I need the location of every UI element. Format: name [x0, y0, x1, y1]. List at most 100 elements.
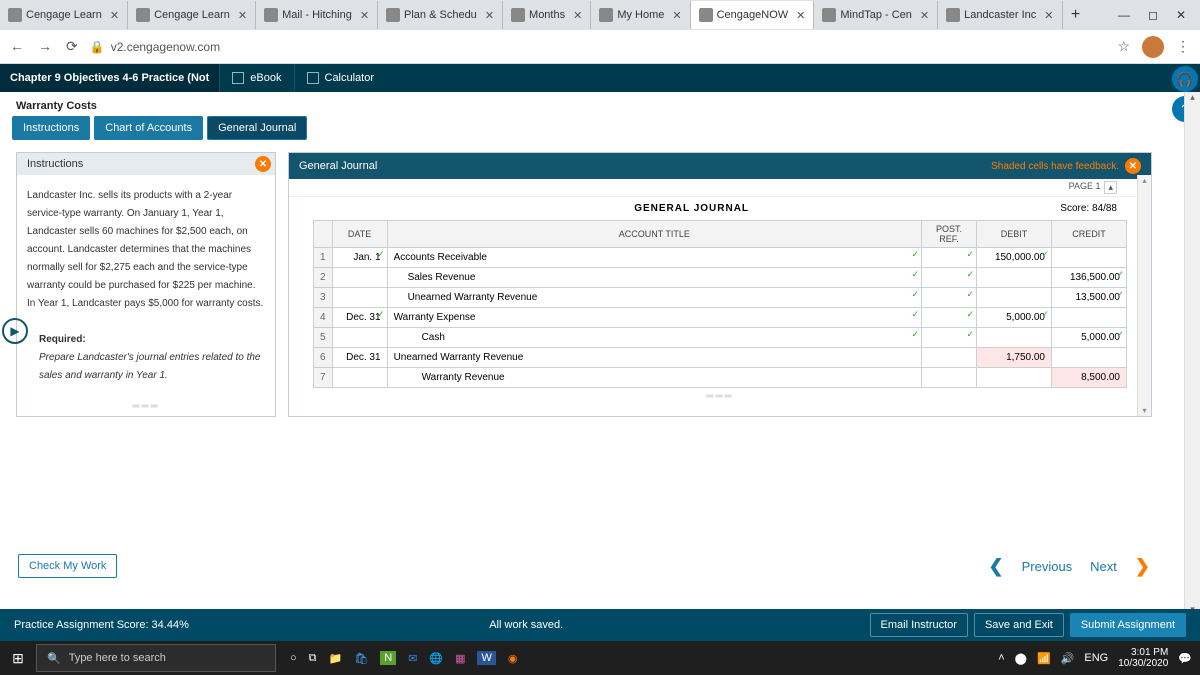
play-button[interactable]: ▶ — [2, 318, 28, 344]
explorer-icon[interactable]: 📁 — [329, 652, 343, 665]
chat-badge-icon[interactable]: 🎧 — [1172, 66, 1198, 92]
table-row[interactable]: 4Dec. 31✓Warranty Expense✓✓5,000.00✓ — [314, 308, 1127, 328]
page-up-icon[interactable]: ▴ — [1104, 181, 1117, 194]
close-tab-icon[interactable]: ✕ — [1044, 9, 1053, 22]
start-button[interactable]: ⊞ — [0, 650, 36, 667]
scroll-up-icon[interactable]: ▴ — [1138, 176, 1151, 185]
chrome-icon[interactable]: 🌐 — [429, 652, 443, 665]
volume-icon[interactable]: 🔊 — [1061, 652, 1075, 665]
table-row[interactable]: 3Unearned Warranty Revenue✓✓13,500.00✓ — [314, 288, 1127, 308]
word-icon[interactable]: W — [477, 651, 495, 665]
app-icon[interactable]: ▦ — [455, 652, 465, 665]
email-instructor-button[interactable]: Email Instructor — [870, 613, 968, 637]
reload-button[interactable]: ⟳ — [66, 38, 78, 55]
favicon-icon — [386, 8, 400, 22]
close-tab-icon[interactable]: ✕ — [672, 9, 681, 22]
sub-tab[interactable]: Instructions — [12, 116, 90, 140]
browser-tab[interactable]: Months✕ — [503, 1, 591, 29]
chevron-left-icon[interactable]: ❮ — [989, 556, 1004, 577]
page-scrollbar[interactable]: ▴ ▾ — [1184, 92, 1200, 615]
profile-avatar[interactable] — [1142, 36, 1164, 58]
browser-tab[interactable]: CengageNOW✕ — [691, 1, 815, 29]
calculator-button[interactable]: Calculator — [294, 64, 387, 92]
check-icon: ✓ — [377, 309, 385, 320]
n-app-icon[interactable]: N — [380, 651, 396, 665]
browser-tab[interactable]: Cengage Learn✕ — [0, 1, 128, 29]
required-text: Prepare Landcaster's journal entries rel… — [39, 352, 260, 381]
save-and-exit-button[interactable]: Save and Exit — [974, 613, 1064, 637]
journal-title: GENERAL JOURNAL — [323, 203, 1060, 214]
view-option-icon[interactable] — [1121, 123, 1139, 137]
view-option-icon[interactable] — [1073, 123, 1091, 137]
resize-grip-icon[interactable]: ═══ — [289, 388, 1151, 405]
minimize-icon[interactable]: — — [1118, 8, 1130, 22]
table-row[interactable]: 5Cash✓✓5,000.00✓ — [314, 328, 1127, 348]
ebook-button[interactable]: eBook — [219, 64, 293, 92]
browser-tab[interactable]: Landcaster Inc✕ — [938, 1, 1062, 29]
check-icon: ✓ — [911, 289, 919, 300]
close-tab-icon[interactable]: ✕ — [796, 9, 805, 22]
sub-tab[interactable]: Chart of Accounts — [94, 116, 203, 140]
scroll-down-icon[interactable]: ▾ — [1138, 406, 1151, 415]
close-tab-icon[interactable]: ✕ — [485, 9, 494, 22]
close-icon[interactable]: ✕ — [1125, 158, 1141, 174]
ebook-icon — [232, 72, 244, 84]
check-icon: ✓ — [1116, 329, 1124, 340]
url-text[interactable]: v2.cengagenow.com — [111, 40, 220, 54]
check-icon: ✓ — [966, 249, 974, 260]
language-indicator[interactable]: ENG — [1084, 652, 1108, 664]
panel-scrollbar[interactable]: ▴ ▾ — [1137, 175, 1151, 416]
tray-chevron-icon[interactable]: ˄ — [998, 652, 1004, 664]
close-window-icon[interactable]: ✕ — [1176, 8, 1186, 22]
maximize-icon[interactable]: ◻ — [1148, 8, 1158, 22]
lock-icon: 🔒 — [90, 40, 105, 54]
table-row[interactable]: 6Dec. 31Unearned Warranty Revenue1,750.0… — [314, 348, 1127, 368]
star-icon[interactable]: ☆ — [1117, 38, 1130, 55]
resize-grip-icon[interactable]: ═══ — [17, 397, 275, 416]
browser-tab[interactable]: Mail - Hitching✕ — [256, 1, 378, 29]
wifi-icon[interactable]: 📶 — [1037, 652, 1051, 665]
browser-tab[interactable]: Cengage Learn✕ — [128, 1, 256, 29]
submit-assignment-button[interactable]: Submit Assignment — [1070, 613, 1186, 637]
check-icon: ✓ — [1116, 269, 1124, 280]
task-view-icon[interactable]: ⧉ — [309, 652, 317, 665]
previous-button[interactable]: Previous — [1022, 559, 1073, 574]
table-row[interactable]: 7Warranty Revenue8,500.00 — [314, 368, 1127, 388]
security-icon[interactable]: ⬤ — [1015, 652, 1027, 665]
close-tab-icon[interactable]: ✕ — [360, 9, 369, 22]
clock[interactable]: 3:01 PM 10/30/2020 — [1118, 647, 1168, 669]
back-button[interactable]: ← — [10, 38, 24, 55]
table-row[interactable]: 2Sales Revenue✓✓136,500.00✓ — [314, 268, 1127, 288]
app-icon[interactable]: ◉ — [508, 652, 518, 665]
next-button[interactable]: Next — [1090, 559, 1117, 574]
browser-tab[interactable]: My Home✕ — [591, 1, 690, 29]
close-tab-icon[interactable]: ✕ — [920, 9, 929, 22]
browser-tab[interactable]: Plan & Schedu✕ — [378, 1, 503, 29]
chevron-right-icon[interactable]: ❯ — [1135, 556, 1150, 577]
check-icon: ✓ — [966, 329, 974, 340]
browser-tab[interactable]: MindTap - Cen✕ — [814, 1, 938, 29]
cortana-icon[interactable]: ○ — [290, 652, 297, 664]
mail-icon[interactable]: ✉ — [408, 652, 417, 665]
close-icon[interactable]: ✕ — [255, 156, 271, 172]
favicon-icon — [136, 8, 150, 22]
scroll-up-icon[interactable]: ▴ — [1185, 92, 1200, 103]
browser-tab-strip: Cengage Learn✕Cengage Learn✕Mail - Hitch… — [0, 0, 1200, 30]
close-tab-icon[interactable]: ✕ — [110, 9, 119, 22]
notifications-icon[interactable]: 💬 — [1178, 652, 1192, 665]
favicon-icon — [946, 8, 960, 22]
store-icon[interactable]: 🛍 — [354, 652, 368, 665]
check-my-work-button[interactable]: Check My Work — [18, 554, 117, 578]
general-journal-panel: General Journal Shaded cells have feedba… — [288, 152, 1152, 417]
sub-tab[interactable]: General Journal — [207, 116, 307, 140]
close-tab-icon[interactable]: ✕ — [238, 9, 247, 22]
close-tab-icon[interactable]: ✕ — [573, 9, 582, 22]
windows-search-input[interactable]: 🔍 Type here to search — [36, 644, 276, 672]
forward-button[interactable]: → — [38, 38, 52, 55]
new-tab-button[interactable]: + — [1063, 6, 1089, 24]
view-option-icon[interactable] — [1097, 123, 1115, 137]
favicon-icon — [264, 8, 278, 22]
table-row[interactable]: 1Jan. 1✓Accounts Receivable✓✓150,000.00✓ — [314, 248, 1127, 268]
menu-icon[interactable]: ⋮ — [1176, 38, 1190, 55]
instructions-text: Landcaster Inc. sells its products with … — [27, 187, 265, 313]
